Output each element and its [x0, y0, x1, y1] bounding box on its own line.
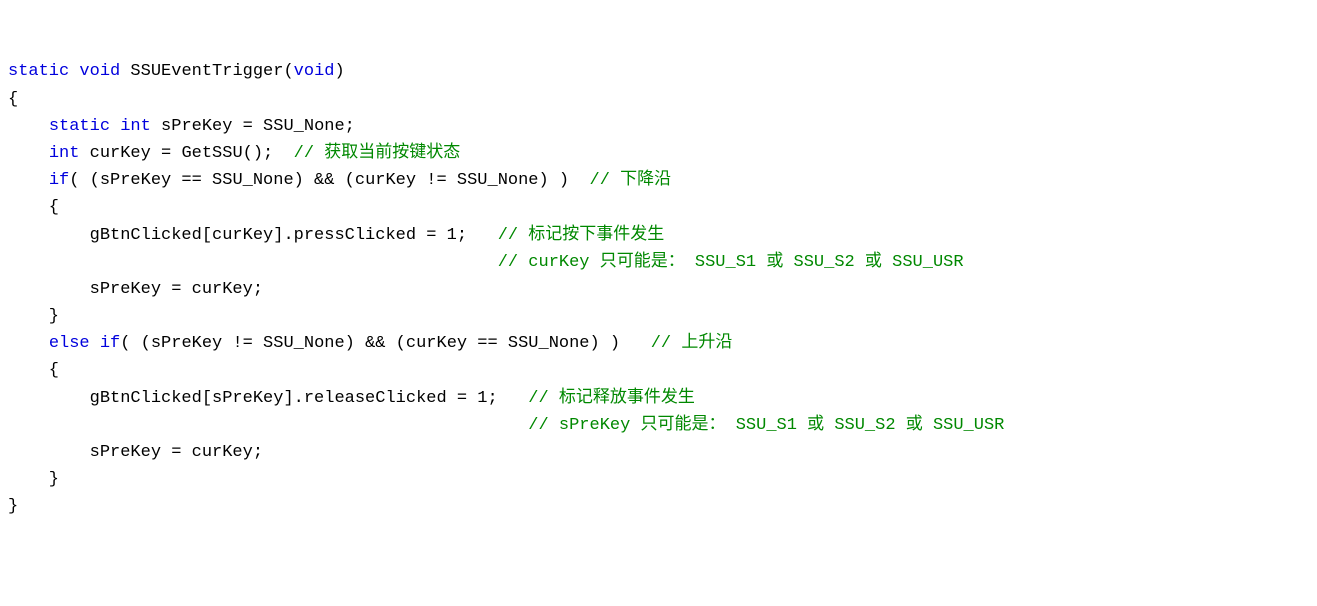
comment: // 标记释放事件发生 — [528, 389, 695, 408]
code-line-7: if( (sPreKey == SSU_None) && (curKey != … — [8, 167, 1309, 194]
keyword-else: else — [49, 334, 90, 353]
code-line-16: // sPreKey 只可能是： SSU_S1 或 SSU_S2 或 SSU_U… — [8, 412, 1309, 439]
code-line-12: } — [8, 303, 1309, 330]
code-line-3: static int sPreKey = SSU_None; — [8, 113, 1309, 140]
comment: // 标记按下事件发生 — [498, 226, 665, 245]
declaration: sPreKey = SSU_None; — [151, 117, 355, 136]
code-line-10: // curKey 只可能是： SSU_S1 或 SSU_S2 或 SSU_US… — [8, 249, 1309, 276]
indent — [8, 416, 528, 435]
code-line-17: sPreKey = curKey; — [8, 439, 1309, 466]
paren-close: ) — [334, 62, 344, 81]
statement: gBtnClicked[curKey].pressClicked = 1; — [8, 226, 498, 245]
space — [90, 334, 100, 353]
code-block: static void SSUEventTrigger(void){ stati… — [8, 58, 1309, 520]
comment: // curKey 只可能是： SSU_S1 或 SSU_S2 或 SSU_US… — [498, 253, 964, 272]
keyword-int: int — [120, 117, 151, 136]
keyword-void-param: void — [294, 62, 335, 81]
space — [110, 117, 120, 136]
code-line-1: static void SSUEventTrigger(void) — [8, 58, 1309, 85]
keyword-int: int — [49, 144, 80, 163]
indent — [8, 171, 49, 190]
indent — [8, 334, 49, 353]
statement: gBtnClicked[sPreKey].releaseClicked = 1; — [8, 389, 528, 408]
code-line-14: { — [8, 357, 1309, 384]
function-name: SSUEventTrigger( — [120, 62, 293, 81]
condition: ( (sPreKey == SSU_None) && (curKey != SS… — [69, 171, 589, 190]
keyword-if: if — [100, 334, 120, 353]
comment: // 下降沿 — [590, 171, 672, 190]
code-line-8: { — [8, 194, 1309, 221]
comment: // 获取当前按键状态 — [294, 144, 461, 163]
code-line-11: sPreKey = curKey; — [8, 276, 1309, 303]
indent — [8, 117, 49, 136]
indent — [8, 144, 49, 163]
code-line-13: else if( (sPreKey != SSU_None) && (curKe… — [8, 330, 1309, 357]
condition: ( (sPreKey != SSU_None) && (curKey == SS… — [120, 334, 651, 353]
indent — [8, 253, 498, 272]
comment: // sPreKey 只可能是： SSU_S1 或 SSU_S2 或 SSU_U… — [528, 416, 1004, 435]
code-line-18: } — [8, 466, 1309, 493]
declaration: curKey = GetSSU(); — [79, 144, 293, 163]
code-line-15: gBtnClicked[sPreKey].releaseClicked = 1;… — [8, 385, 1309, 412]
code-line-5: int curKey = GetSSU(); // 获取当前按键状态 — [8, 140, 1309, 167]
keyword-if: if — [49, 171, 69, 190]
code-line-19: } — [8, 493, 1309, 520]
keyword-static: static — [49, 117, 110, 136]
comment: // 上升沿 — [651, 334, 733, 353]
keyword-static: static — [8, 62, 69, 81]
keyword-void: void — [79, 62, 120, 81]
code-line-2: { — [8, 86, 1309, 113]
code-line-9: gBtnClicked[curKey].pressClicked = 1; //… — [8, 222, 1309, 249]
